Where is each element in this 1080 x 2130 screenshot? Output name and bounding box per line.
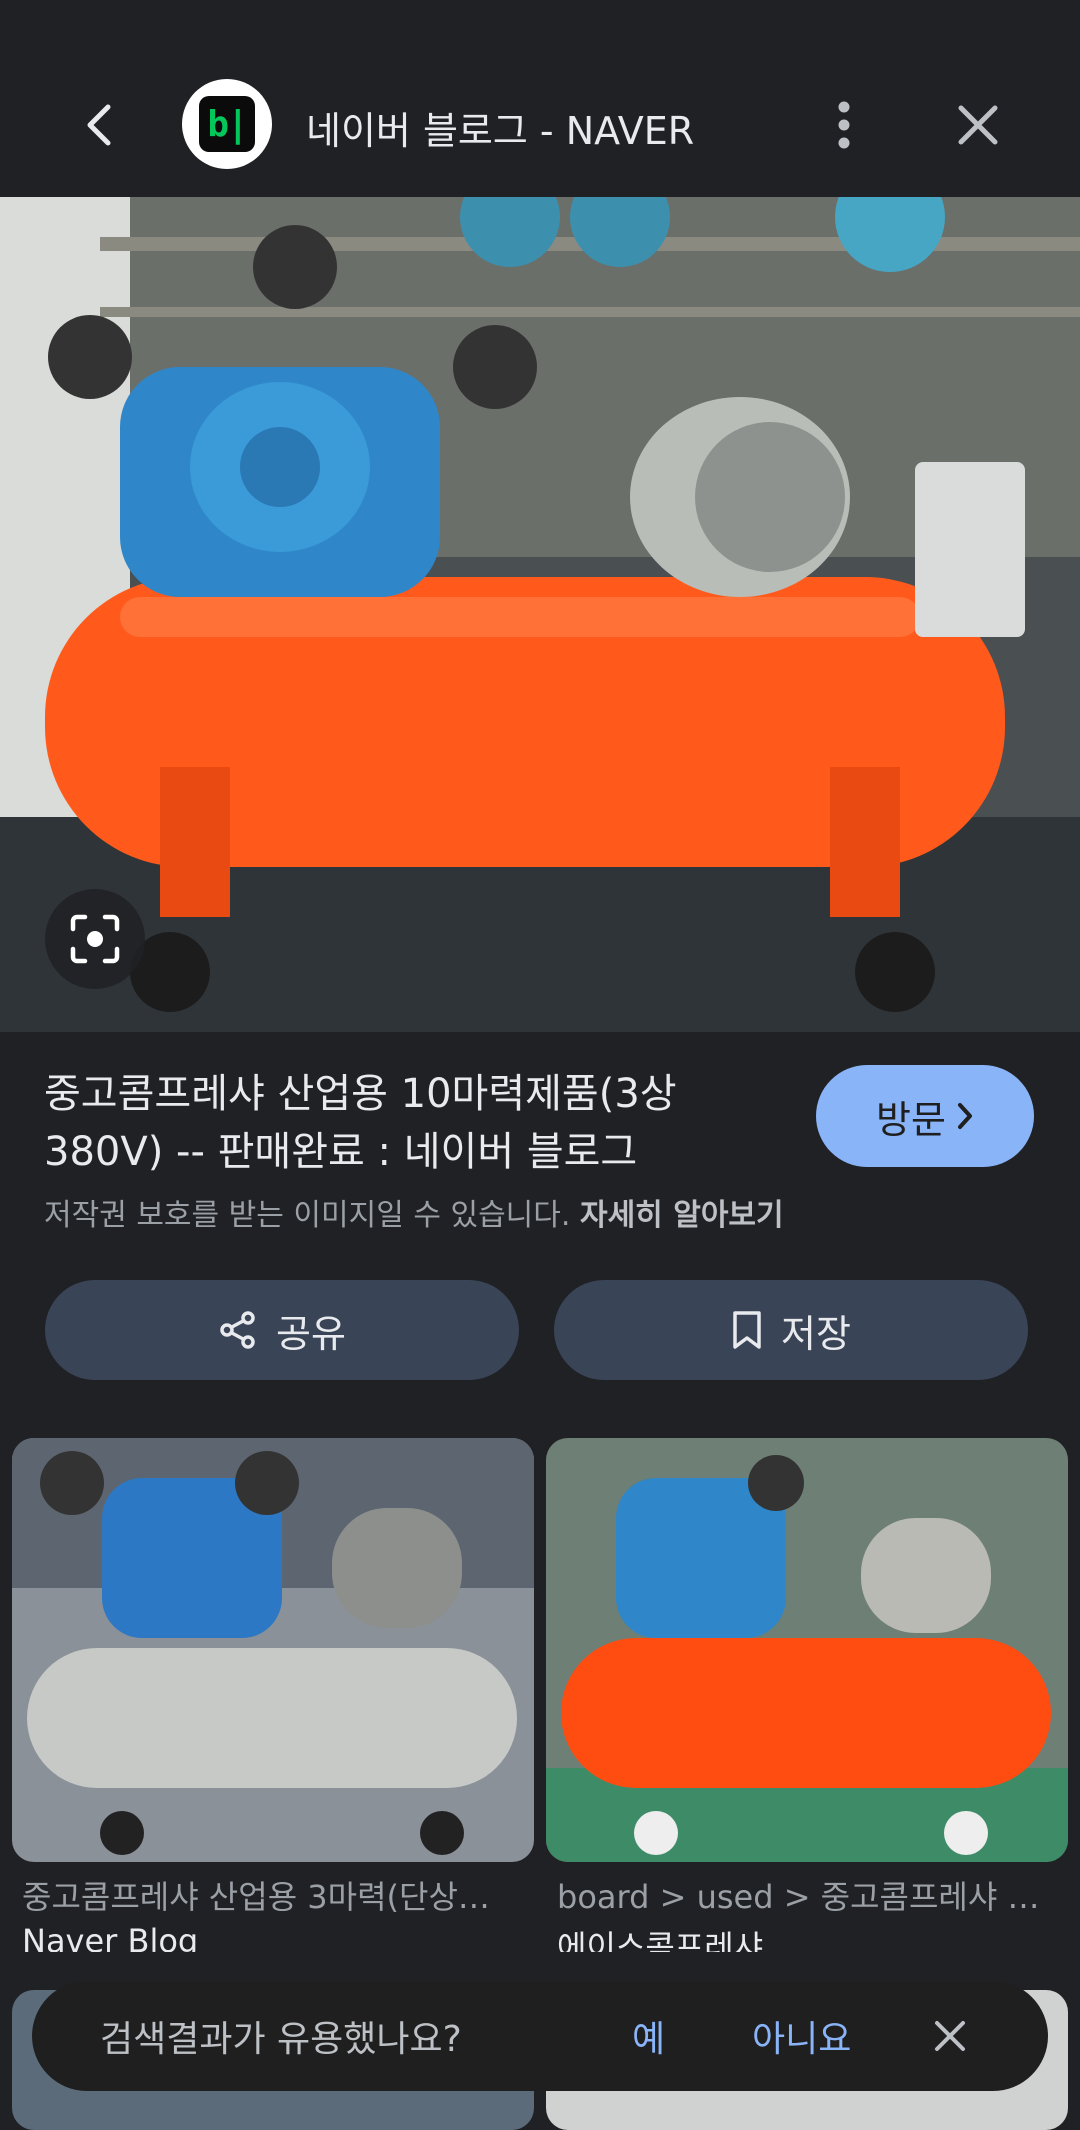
feedback-yes-button[interactable]: 예 [632,2010,665,2062]
save-label: 저장 [781,1311,851,1356]
bookmark-icon [733,1311,761,1349]
hero-image[interactable] [0,197,1080,1032]
copyright-text: 저작권 보호를 받는 이미지일 수 있습니다. [44,1198,571,1233]
top-bar: b| 네이버 블로그 - NAVER [0,0,1080,197]
grey-compressor-thumbnail [12,1438,534,1862]
visit-label: 방문 [876,1097,946,1142]
more-options-icon[interactable] [820,95,868,155]
related-title-2[interactable]: board > used > 중고콤프레샤 … [557,1872,1067,1918]
dismiss-feedback-icon[interactable] [926,2012,974,2060]
result-title[interactable]: 중고콤프레샤 산업용 10마력제품(3상 380V) -- 판매완료 : 네이버… [44,1065,804,1181]
share-button[interactable]: 공유 [45,1280,519,1380]
naver-blog-logo: b| [199,96,255,152]
feedback-question: 검색결과가 유용했나요? [100,2019,462,2060]
learn-more-link[interactable]: 자세히 알아보기 [580,1198,784,1233]
feedback-no-button[interactable]: 아니요 [752,2010,851,2062]
orange-compressor-thumbnail [546,1438,1068,1862]
feedback-bar: 검색결과가 유용했나요? 예 아니요 [34,1983,1046,2089]
related-image-2[interactable] [546,1438,1068,1862]
share-label: 공유 [276,1311,346,1356]
site-title: 네이버 블로그 - NAVER [306,109,695,153]
related-image-1[interactable] [12,1438,534,1862]
related-source-1: Naver Blog [22,1922,199,1952]
google-lens-icon[interactable] [45,889,145,989]
site-favicon: b| [182,79,272,169]
close-icon[interactable] [948,95,1008,155]
back-arrow-icon[interactable] [70,95,130,155]
visit-button[interactable]: 방문 [816,1065,1034,1167]
related-title-1[interactable]: 중고콤프레샤 산업용 3마력(단상… [22,1872,532,1918]
save-button[interactable]: 저장 [554,1280,1028,1380]
chevron-right-icon [957,1103,972,1129]
share-icon [220,1311,255,1349]
related-source-2: 에이스콤프레샤 [557,1928,764,1952]
compressor-illustration [0,197,1080,1032]
copyright-notice: 저작권 보호를 받는 이미지일 수 있습니다. 자세히 알아보기 [44,1190,784,1234]
